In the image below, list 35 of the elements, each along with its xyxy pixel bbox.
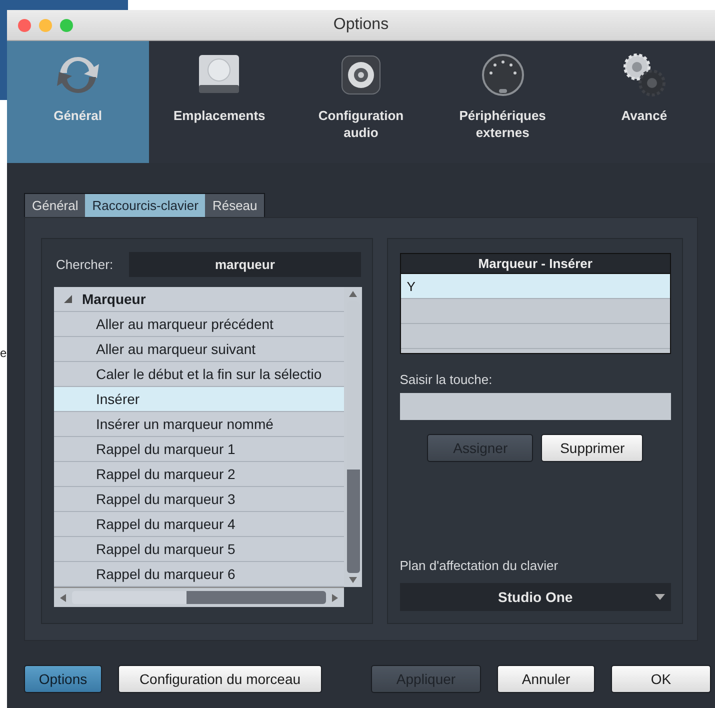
category-tab[interactable]: Général (7, 41, 149, 163)
category-tab[interactable]: Configuration audio (290, 41, 432, 163)
tab[interactable]: Général (25, 194, 86, 217)
footer-button[interactable]: Annuler (497, 665, 595, 693)
window-title: Options (333, 16, 389, 34)
category-tab[interactable]: Avancé (573, 41, 715, 163)
footer-button[interactable]: OK (611, 665, 711, 693)
tab[interactable]: Réseau (205, 194, 264, 217)
shortcut-button[interactable]: Supprimer (541, 434, 644, 462)
table-header: Marqueur - Insérer (400, 253, 671, 274)
scroll-left-icon[interactable] (60, 594, 66, 602)
key-input-field[interactable] (400, 393, 671, 420)
scroll-down-icon[interactable] (349, 577, 357, 583)
footer-button[interactable]: Options (24, 665, 102, 693)
keymap-label: Plan d'affectation du clavier (400, 558, 560, 573)
category-tab[interactable]: Périphériques externes (432, 41, 574, 163)
caret-icon (655, 594, 665, 600)
search-label: Chercher: (56, 257, 114, 272)
category-tab[interactable]: Emplacements (148, 41, 290, 163)
search-field[interactable]: marqueur (129, 252, 361, 277)
footer-button[interactable]: Configuration du morceau (118, 665, 322, 693)
scroll-thumb[interactable] (72, 591, 326, 604)
tree-item[interactable]: Insérer (54, 387, 344, 412)
zoom-icon[interactable] (60, 18, 73, 32)
tab[interactable]: Raccourcis-clavier (85, 194, 206, 217)
horizontal-scrollbar[interactable] (54, 587, 344, 607)
scroll-up-icon[interactable] (349, 291, 357, 297)
key-input-label: Saisir la touche: (400, 372, 494, 387)
shortcut-row[interactable]: Y (400, 274, 670, 299)
keymap-dropdown[interactable]: Studio One (400, 583, 671, 611)
expanded-icon[interactable] (64, 295, 72, 303)
vertical-scrollbar[interactable] (344, 287, 362, 587)
background-text: e (0, 346, 7, 360)
close-icon[interactable] (18, 18, 31, 32)
scroll-right-icon[interactable] (332, 594, 338, 602)
